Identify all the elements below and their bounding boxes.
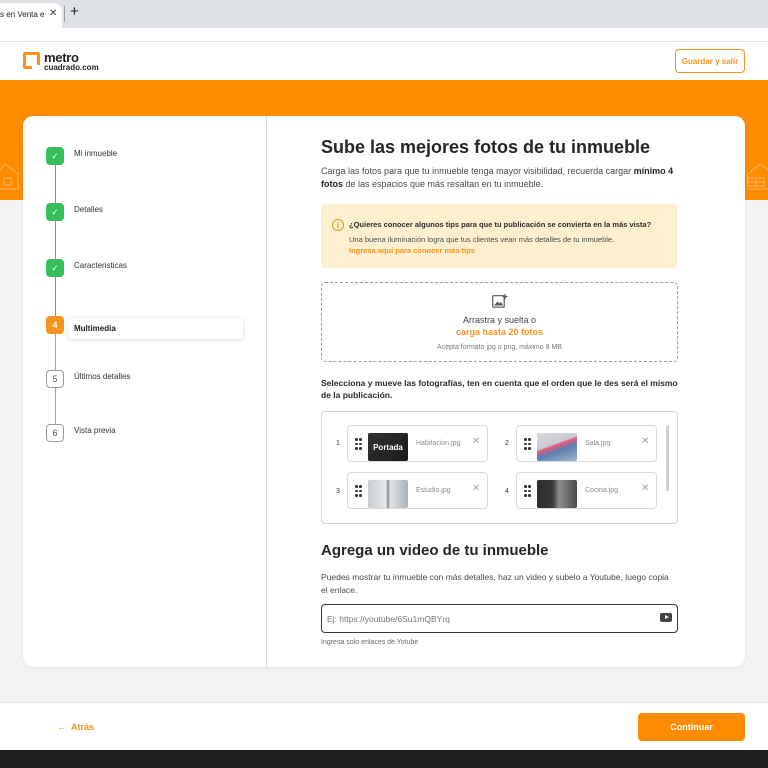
step-number-badge: 5 <box>46 370 64 388</box>
remove-photo-icon[interactable]: ✕ <box>472 483 480 494</box>
video-input-hint: Ingresa solo enlaces de Yotube <box>321 639 419 646</box>
upload-photos-link[interactable]: carga hasta 20 fotos <box>322 327 677 337</box>
photo-item[interactable]: Estudio.jpg ✕ <box>347 472 488 509</box>
step-complete-icon: ✓ <box>46 203 64 221</box>
arrow-left-icon: ← <box>57 722 66 732</box>
step-connector <box>55 221 56 260</box>
step-label-multimedia[interactable]: Multimedia <box>74 324 116 333</box>
photo-thumbnail <box>537 433 577 461</box>
step-label-vista-previa[interactable]: Vista previa <box>74 426 116 435</box>
drag-handle-icon[interactable] <box>524 485 532 497</box>
photo-thumbnail: Portada <box>368 433 408 461</box>
add-image-icon <box>492 294 508 308</box>
footer-bar: ← Atrás Continuar <box>0 702 768 750</box>
photo-item[interactable]: Sala.jpg ✕ <box>516 425 657 462</box>
step-connector <box>55 334 56 370</box>
info-icon: i <box>332 219 344 231</box>
photo-thumbnail <box>368 480 408 508</box>
lead-text-end: de las espacios que más resaltan en tu i… <box>343 179 544 189</box>
photo-filename: Cocina.jpg <box>585 487 619 494</box>
photo-order-number: 2 <box>505 440 509 447</box>
drag-handle-icon[interactable] <box>355 485 363 497</box>
lead-text: Carga las fotos para que tu inmueble ten… <box>321 166 634 176</box>
drag-handle-icon[interactable] <box>355 438 363 450</box>
scrollbar[interactable] <box>666 425 669 491</box>
step-number-badge: 4 <box>46 316 64 334</box>
photo-filename: Estudio.jpg <box>416 487 451 494</box>
step-connector <box>55 165 56 204</box>
card-divider <box>266 116 267 667</box>
remove-photo-icon[interactable]: ✕ <box>641 483 649 494</box>
dropzone-hint: Acepta formato jpg o png, máximo 8 MB <box>437 344 562 351</box>
tab-separator <box>64 6 65 22</box>
step-number-badge: 6 <box>46 424 64 442</box>
photo-item[interactable]: Portada Habitacion.jpg ✕ <box>347 425 488 462</box>
photo-order-number: 4 <box>505 488 509 495</box>
step-complete-icon: ✓ <box>46 147 64 165</box>
video-section-title: Agrega un video de tu inmueble <box>321 542 549 559</box>
bottom-bar <box>0 750 768 768</box>
step-complete-icon: ✓ <box>46 259 64 277</box>
photo-order-number: 3 <box>336 488 340 495</box>
site-header: metro cuadrado.com Guardar y salir <box>0 42 768 80</box>
browser-tab-strip: s en Venta en ✕ + <box>0 0 768 28</box>
photo-list: 1 Portada Habitacion.jpg ✕ 2 Sala.jpg ✕ … <box>321 411 678 524</box>
tips-title: ¿Quieres conocer algunos tips para que t… <box>349 220 652 229</box>
photo-filename: Sala.jpg <box>585 440 611 447</box>
page-description: Carga las fotos para que tu inmueble ten… <box>321 165 681 191</box>
tips-link[interactable]: Ingresa aquí para conocer más tips <box>349 246 475 255</box>
browser-tab-title: s en Venta en <box>0 10 44 19</box>
new-tab-icon[interactable]: + <box>70 3 79 20</box>
youtube-url-input[interactable] <box>321 604 678 633</box>
photo-order-instructions: Selecciona y mueve las fotografías, ten … <box>321 378 678 400</box>
step-connector <box>55 277 56 317</box>
video-description: Puedes mostrar tu inmueble con más detal… <box>321 572 669 595</box>
photo-order-number: 1 <box>336 440 340 447</box>
step-connector <box>55 387 56 424</box>
step-label-detalles[interactable]: Detalles <box>74 205 103 214</box>
drag-handle-icon[interactable] <box>524 438 532 450</box>
tips-banner: i ¿Quieres conocer algunos tips para que… <box>321 204 677 268</box>
photo-item[interactable]: Cocina.jpg ✕ <box>516 472 657 509</box>
save-exit-button[interactable]: Guardar y salir <box>675 49 745 73</box>
back-button[interactable]: ← Atrás <box>57 722 94 732</box>
house-decoration-icon <box>0 163 19 190</box>
cover-badge: Portada <box>368 433 408 461</box>
photo-thumbnail <box>537 480 577 508</box>
page-title: Sube las mejores fotos de tu inmueble <box>321 137 651 157</box>
photo-dropzone[interactable]: Arrastra y suelta o carga hasta 20 fotos… <box>321 282 678 362</box>
house-decoration-icon <box>747 163 768 190</box>
close-icon[interactable]: ✕ <box>49 8 57 19</box>
logo-text-cuadrado: cuadrado.com <box>44 63 99 72</box>
step-label-caracteristicas[interactable]: Caracteristicas <box>74 261 127 270</box>
browser-toolbar <box>0 28 768 42</box>
browser-tab[interactable]: s en Venta en ✕ <box>0 3 62 28</box>
youtube-icon <box>660 613 672 622</box>
tips-text: Una buena iluminación logra que tus clie… <box>349 235 615 244</box>
back-label: Atrás <box>71 722 95 732</box>
dropzone-text: Arrastra y suelta o <box>462 315 537 325</box>
photo-filename: Habitacion.jpg <box>416 440 461 447</box>
continue-button[interactable]: Continuar <box>638 713 745 741</box>
remove-photo-icon[interactable]: ✕ <box>641 436 649 447</box>
remove-photo-icon[interactable]: ✕ <box>472 436 480 447</box>
step-label-ultimos-detalles[interactable]: Últimos detalles <box>74 372 130 381</box>
step-label-mi-inmueble[interactable]: Mi inmueble <box>74 149 117 158</box>
logo-mark-icon <box>23 52 40 69</box>
